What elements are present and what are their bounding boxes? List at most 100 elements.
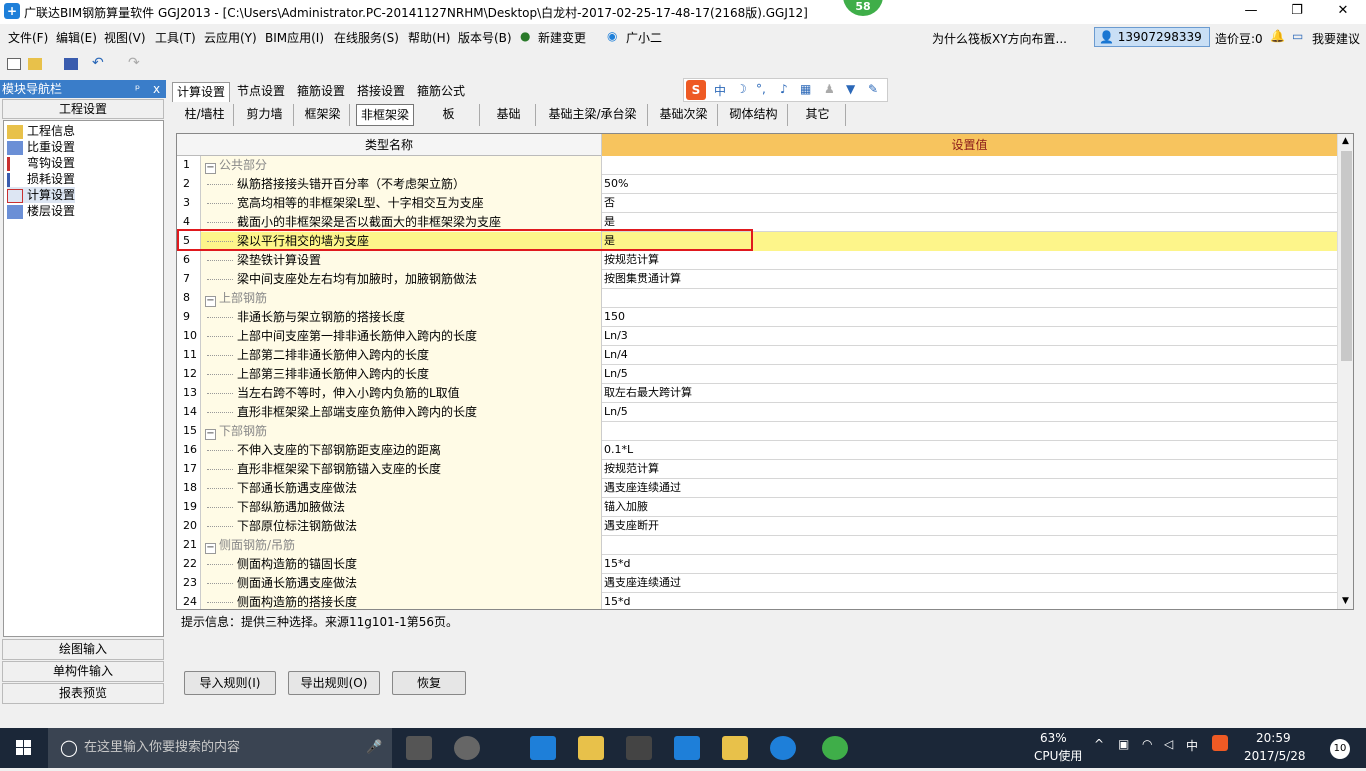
nav-single-component-input[interactable]: 单构件输入 xyxy=(2,661,164,682)
vertical-scrollbar[interactable]: ▲ ▼ xyxy=(1337,134,1353,609)
table-row[interactable]: 13 当左右跨不等时，伸入小跨内负筋的L取值 取左右最大跨计算 xyxy=(177,384,1337,403)
tab-node-settings[interactable]: 节点设置 xyxy=(232,82,290,102)
subtab-foundation[interactable]: 基础 xyxy=(482,104,536,126)
table-row[interactable]: 3 宽高均相等的非框架梁L型、十字相交互为支座 否 xyxy=(177,194,1337,213)
row-value-cell[interactable]: 取左右最大跨计算 xyxy=(602,384,1337,403)
subtab-nonframe-beam[interactable]: 非框架梁 xyxy=(356,104,414,126)
pin-icon[interactable]: ᵖ xyxy=(135,80,140,98)
table-row[interactable]: 20 下部原位标注钢筋做法 遇支座断开 xyxy=(177,517,1337,536)
tab-stirrup-formula[interactable]: 箍筋公式 xyxy=(412,82,470,102)
menu-new-change[interactable]: 新建变更 xyxy=(538,29,586,46)
menu-view[interactable]: 视图(V) xyxy=(104,29,146,46)
clock-time[interactable]: 20:59 xyxy=(1256,731,1291,745)
table-row[interactable]: 23 侧面通长筋遇支座做法 遇支座连续通过 xyxy=(177,574,1337,593)
row-value-cell[interactable]: 按图集贯通计算 xyxy=(602,270,1337,289)
menu-bim[interactable]: BIM应用(I) xyxy=(265,29,324,46)
network-icon[interactable]: ▣ xyxy=(1118,737,1129,751)
nav-close-icon[interactable]: x xyxy=(153,80,160,98)
glodon-g-icon[interactable] xyxy=(770,736,796,760)
row-value-cell[interactable] xyxy=(602,289,1337,308)
green-app-icon[interactable] xyxy=(822,736,848,760)
table-row[interactable]: 21− 侧面钢筋/吊筋 xyxy=(177,536,1337,555)
glodon-app-icon[interactable] xyxy=(674,736,700,760)
table-row[interactable]: 14 直形非框架梁上部端支座负筋伸入跨内的长度 Ln/5 xyxy=(177,403,1337,422)
app-g-icon[interactable] xyxy=(454,736,480,760)
scroll-down-icon[interactable]: ▼ xyxy=(1342,596,1349,606)
taskview-icon[interactable] xyxy=(406,736,432,760)
subtab-slab[interactable]: 板 xyxy=(418,104,480,126)
table-row[interactable]: 1− 公共部分 xyxy=(177,156,1337,175)
open-folder-icon[interactable] xyxy=(28,58,42,70)
wifi-icon[interactable]: ◠ xyxy=(1142,737,1152,751)
row-value-cell[interactable] xyxy=(602,536,1337,555)
row-value-cell[interactable]: 锚入加腋 xyxy=(602,498,1337,517)
table-row[interactable]: 11 上部第二排非通长筋伸入跨内的长度 Ln/4 xyxy=(177,346,1337,365)
menu-version[interactable]: 版本号(B) xyxy=(458,29,512,46)
undo-icon[interactable]: ↶ xyxy=(92,55,104,71)
maximize-button[interactable]: ❐ xyxy=(1274,0,1320,24)
row-value-cell[interactable]: 遇支座断开 xyxy=(602,517,1337,536)
sogou-tray-icon[interactable] xyxy=(1212,735,1228,751)
table-row[interactable]: 16 不伸入支座的下部钢筋距支座边的距离 0.1*L xyxy=(177,441,1337,460)
subtab-frame-beam[interactable]: 框架梁 xyxy=(296,104,350,126)
tab-lap-settings[interactable]: 搭接设置 xyxy=(352,82,410,102)
start-button[interactable] xyxy=(0,728,48,768)
menu-cloud[interactable]: 云应用(Y) xyxy=(204,29,257,46)
nav-item-hook[interactable]: 弯钩设置 xyxy=(7,155,75,171)
row-value-cell[interactable]: 15*d xyxy=(602,593,1337,609)
menu-online[interactable]: 在线服务(S) xyxy=(334,29,399,46)
explorer-icon[interactable] xyxy=(578,736,604,760)
table-row[interactable]: 7 梁中间支座处左右均有加腋时，加腋钢筋做法 按图集贯通计算 xyxy=(177,270,1337,289)
table-row[interactable]: 22 侧面构造筋的锚固长度 15*d xyxy=(177,555,1337,574)
bell-icon[interactable]: 🔔 xyxy=(1270,29,1285,43)
row-value-cell[interactable]: 遇支座连续通过 xyxy=(602,574,1337,593)
subtab-masonry[interactable]: 砌体结构 xyxy=(720,104,788,126)
row-value-cell[interactable]: Ln/5 xyxy=(602,403,1337,422)
menu-file[interactable]: 文件(F) xyxy=(8,29,48,46)
subtab-foundation-secondary-beam[interactable]: 基础次梁 xyxy=(650,104,718,126)
notification-center-icon[interactable]: 10 xyxy=(1330,739,1350,759)
table-row[interactable]: 24 侧面构造筋的搭接长度 15*d xyxy=(177,593,1337,609)
tab-stirrup-settings[interactable]: 箍筋设置 xyxy=(292,82,350,102)
row-value-cell[interactable]: 15*d xyxy=(602,555,1337,574)
table-row[interactable]: 9 非通长筋与架立钢筋的搭接长度 150 xyxy=(177,308,1337,327)
menu-edit[interactable]: 编辑(E) xyxy=(56,29,97,46)
scroll-thumb[interactable] xyxy=(1341,151,1352,361)
row-value-cell[interactable] xyxy=(602,156,1337,175)
nav-item-loss[interactable]: 损耗设置 xyxy=(7,171,75,187)
store-icon[interactable] xyxy=(626,736,652,760)
row-value-cell[interactable]: 否 xyxy=(602,194,1337,213)
menu-help[interactable]: 帮助(H) xyxy=(408,29,450,46)
user-account-dropdown[interactable]: 👤 13907298339 xyxy=(1094,27,1210,47)
redo-icon[interactable]: ↷ xyxy=(128,55,140,71)
table-row[interactable]: 2 纵筋搭接接头错开百分率（不考虑架立筋） 50% xyxy=(177,175,1337,194)
menu-assistant[interactable]: 广小二 xyxy=(626,29,662,46)
new-file-icon[interactable] xyxy=(7,58,21,70)
scroll-up-icon[interactable]: ▲ xyxy=(1342,136,1349,146)
taskbar-search-input[interactable]: ◯ 在这里输入你要搜索的内容 🎤 xyxy=(48,728,392,768)
minimize-button[interactable]: — xyxy=(1228,0,1274,24)
row-value-cell[interactable]: 50% xyxy=(602,175,1337,194)
sogou-logo-icon[interactable]: S xyxy=(686,80,706,100)
wrench-icon[interactable]: ✎ xyxy=(868,82,878,96)
ime-mode-icon[interactable]: 中 xyxy=(714,82,726,99)
subtab-column[interactable]: 柱/墙柱 xyxy=(176,104,234,126)
table-row[interactable]: 10 上部中间支座第一排非通长筋伸入跨内的长度 Ln/3 xyxy=(177,327,1337,346)
table-row[interactable]: 18 下部通长筋遇支座做法 遇支座连续通过 xyxy=(177,479,1337,498)
row-value-cell[interactable] xyxy=(602,422,1337,441)
help-tip-link[interactable]: 为什么筏板XY方向布置... xyxy=(932,30,1067,47)
nav-item-project-info[interactable]: 工程信息 xyxy=(7,123,75,139)
row-value-cell[interactable]: 150 xyxy=(602,308,1337,327)
restore-button[interactable]: 恢复 xyxy=(392,671,466,695)
tab-calc-settings[interactable]: 计算设置 xyxy=(172,82,230,102)
notepad-app-icon[interactable] xyxy=(722,736,748,760)
row-value-cell[interactable]: 按规范计算 xyxy=(602,251,1337,270)
table-row[interactable]: 17 直形非框架梁下部钢筋锚入支座的长度 按规范计算 xyxy=(177,460,1337,479)
moon-icon[interactable]: ☽ xyxy=(736,82,747,96)
row-value-cell[interactable]: Ln/4 xyxy=(602,346,1337,365)
ime-indicator[interactable]: 中 xyxy=(1186,737,1198,754)
skin-icon[interactable]: ▼ xyxy=(846,82,855,96)
table-row[interactable]: 6 梁垫铁计算设置 按规范计算 xyxy=(177,251,1337,270)
table-row[interactable]: 15− 下部钢筋 xyxy=(177,422,1337,441)
table-row[interactable]: 12 上部第三排非通长筋伸入跨内的长度 Ln/5 xyxy=(177,365,1337,384)
